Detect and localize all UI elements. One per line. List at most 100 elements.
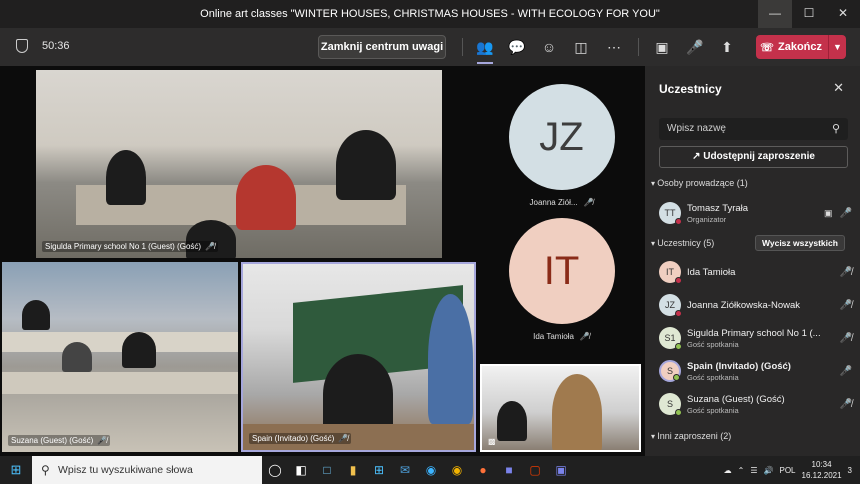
participant-info: Tomasz Tyrała Organizator <box>687 203 824 224</box>
video-tile-suzana[interactable]: Suzana (Guest) (Gość) 🎤̸ <box>2 262 238 452</box>
chrome-icon[interactable]: ◉ <box>444 456 470 484</box>
mic-off-icon[interactable]: 🎤̸ <box>838 267 854 278</box>
cortana-icon[interactable]: ◯ <box>262 456 288 484</box>
mute-all-button[interactable]: Wycisz wszystkich <box>755 235 845 251</box>
window-controls: — ☐ ✕ <box>758 0 860 28</box>
taskbar-search-input[interactable]: Wpisz tu wyszukiwane słowa <box>32 456 262 484</box>
mail-icon[interactable]: ✉ <box>392 456 418 484</box>
file-explorer-icon[interactable]: ▮ <box>340 456 366 484</box>
end-call-label: Zakończ <box>778 41 823 53</box>
participants-icon[interactable]: 👥 <box>474 36 496 64</box>
participant-row[interactable]: S Spain (Invitado) (Gość) Gość spotkania… <box>659 356 854 386</box>
edge-icon[interactable]: ◉ <box>418 456 444 484</box>
notification-count[interactable]: 3 <box>848 466 852 475</box>
video-scene-person <box>122 332 156 368</box>
system-tray: ☁ ⌃ ☰ 🔊 POL 10:34 16.12.2021 3 <box>724 456 860 484</box>
participant-name: Tomasz Tyrała <box>687 202 749 214</box>
status-dot <box>675 310 682 317</box>
language-indicator[interactable]: POL <box>779 466 795 475</box>
close-spotlight-button[interactable]: Zamknij centrum uwagi <box>318 35 446 59</box>
windows-start-icon[interactable]: ⊞ <box>0 462 32 478</box>
video-scene-person <box>497 401 527 441</box>
participant-role: Gość spotkania <box>687 339 739 349</box>
participant-info: Suzana (Guest) (Gość) Gość spotkania <box>687 394 838 415</box>
avatar-tile-jz[interactable]: JZ Joanna Ziół... 🎤̸ <box>478 84 645 207</box>
participant-row[interactable]: S Suzana (Guest) (Gość) Gość spotkania 🎤… <box>659 389 854 419</box>
chat-icon[interactable]: 💬 <box>506 36 528 58</box>
shield-icon <box>16 39 28 53</box>
participant-row[interactable]: IT Ida Tamioła 🎤̸ <box>659 257 854 287</box>
participant-info: Spain (Invitado) (Gość) Gość spotkania <box>687 361 838 382</box>
maximize-button[interactable]: ☐ <box>792 0 826 28</box>
video-tile-sigulda[interactable]: Sigulda Primary school No 1 (Guest) (Goś… <box>36 70 442 258</box>
mic-icon[interactable]: 🎤 <box>838 366 854 377</box>
share-icon: ↗ <box>692 151 701 162</box>
participant-info: Ida Tamioła <box>687 267 838 278</box>
video-tile-self[interactable]: ▩ <box>480 364 641 452</box>
status-dot <box>675 218 682 225</box>
mic-off-icon: 🎤̸ <box>579 332 590 341</box>
weather-icon[interactable]: ☁ <box>724 466 732 475</box>
chevron-down-icon[interactable]: ▼ <box>828 35 846 59</box>
show-hidden-icon[interactable]: ⌃ <box>738 466 745 475</box>
share-invite-button[interactable]: ↗ Udostępnij zaproszenie <box>659 146 848 168</box>
mic-icon[interactable]: 🎤 <box>838 208 854 219</box>
firefox-icon[interactable]: ● <box>470 456 496 484</box>
rooms-icon[interactable]: ◫ <box>570 36 592 58</box>
mic-off-icon[interactable]: 🎤̸ <box>838 333 854 344</box>
video-caption: Suzana (Guest) (Gość) 🎤̸ <box>8 435 111 446</box>
participant-row[interactable]: TT Tomasz Tyrała Organizator ▣ 🎤 <box>659 198 854 228</box>
participant-row[interactable]: S1 Sigulda Primary school No 1 (... Gość… <box>659 323 854 353</box>
avatar: IT <box>508 218 615 324</box>
participant-name: Suzana (Guest) (Gość) <box>687 393 785 405</box>
more-options-icon[interactable]: ⋯ <box>603 36 625 58</box>
participant-name: Sigulda Primary school No 1 (... <box>687 327 821 339</box>
end-call-button[interactable]: ☏ Zakończ ▼ <box>756 35 846 59</box>
others-section-header[interactable]: Inni zaproszeni (2) <box>651 431 731 441</box>
video-scene-person <box>552 374 602 450</box>
participant-info: Joanna Ziółkowska-Nowak <box>687 300 838 311</box>
clock-time: 10:34 <box>811 460 832 469</box>
close-icon[interactable]: ✕ <box>833 80 844 96</box>
video-scene-person <box>336 130 396 200</box>
attendees-section-header[interactable]: Uczestnicy (5) <box>651 238 714 248</box>
search-placeholder: Wpisz nazwę <box>667 123 726 134</box>
mic-off-icon[interactable]: 🎤̸ <box>838 399 854 410</box>
avatar-initials: S1 <box>664 333 676 343</box>
volume-icon[interactable]: 🔊 <box>764 466 774 475</box>
windows-taskbar: ⊞ Wpisz tu wyszukiwane słowa ◯ ◧ □ ▮ ⊞ ✉… <box>0 456 860 484</box>
participant-row[interactable]: JZ Joanna Ziółkowska-Nowak 🎤̸ <box>659 290 854 320</box>
mic-off-icon[interactable]: 🎤̸ <box>838 300 854 311</box>
video-tile-spain[interactable]: Spain (Invitado) (Gość) 🎤̸ <box>241 262 476 452</box>
windows-icon[interactable]: ⊞ <box>366 456 392 484</box>
store-icon[interactable]: □ <box>314 456 340 484</box>
participant-name: Joanna Ziółkowska-Nowak <box>687 299 800 311</box>
mic-off-icon: 🎤̸ <box>205 242 216 251</box>
close-window-button[interactable]: ✕ <box>826 0 860 28</box>
avatar-tile-it[interactable]: IT Ida Tamioła 🎤̸ <box>478 218 645 341</box>
office-icon[interactable]: ▢ <box>522 456 548 484</box>
microphone-icon[interactable]: 🎤 <box>684 36 706 58</box>
share-screen-icon[interactable]: ⬆ <box>716 36 738 58</box>
task-view-icon[interactable]: ◧ <box>288 456 314 484</box>
presenters-section-header[interactable]: Osoby prowadzące (1) <box>651 178 748 188</box>
participants-panel: Uczestnicy ✕ Wpisz nazwę ⚲ ↗ Udostępnij … <box>645 66 860 456</box>
teams-icon[interactable]: ▣ <box>548 456 574 484</box>
mic-off-icon: 🎤̸ <box>338 434 349 443</box>
search-icon: ⚲ <box>831 123 840 135</box>
video-scene-person <box>62 342 92 372</box>
avatar: S <box>659 393 682 416</box>
camera-icon[interactable]: ▣ <box>651 36 673 58</box>
video-scene-person <box>186 220 236 258</box>
video-caption: Spain (Invitado) (Gość) 🎤̸ <box>249 433 352 444</box>
video-caption-text: Sigulda Primary school No 1 (Guest) (Goś… <box>45 242 202 251</box>
reactions-icon[interactable]: ☺ <box>538 36 560 58</box>
meeting-toolbar: 50:36 Zamknij centrum uwagi 👥 💬 ☺ ◫ ⋯ ▣ … <box>0 28 860 66</box>
minimize-button[interactable]: — <box>758 0 792 28</box>
teams-icon[interactable]: ■ <box>496 456 522 484</box>
clock[interactable]: 10:34 16.12.2021 <box>802 459 842 481</box>
network-icon[interactable]: ☰ <box>750 466 757 475</box>
participant-search-input[interactable]: Wpisz nazwę ⚲ <box>659 118 848 140</box>
status-dot <box>673 374 680 381</box>
participant-role: Gość spotkania <box>687 372 739 382</box>
